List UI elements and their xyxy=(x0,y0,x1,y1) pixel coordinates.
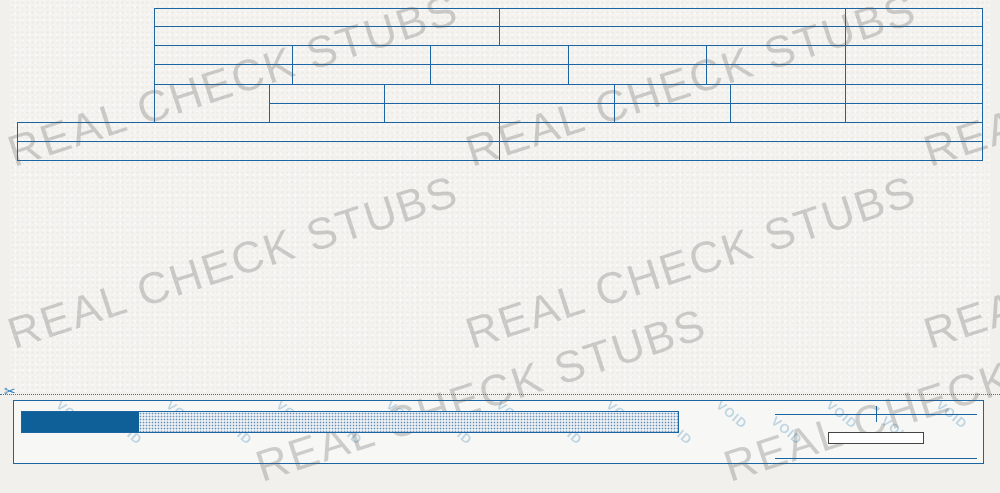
grid-cell xyxy=(499,141,983,161)
amount-bar-label-block xyxy=(22,412,139,432)
signature-line xyxy=(775,458,977,459)
amount-in-words-bar xyxy=(21,411,679,433)
grid-cell xyxy=(17,122,500,142)
grid-cell xyxy=(154,8,500,27)
grid-cell xyxy=(706,45,846,65)
grid-cell xyxy=(499,122,983,142)
grid-cell xyxy=(154,84,270,123)
void-mark: VOID xyxy=(823,400,861,432)
grid-cell xyxy=(154,26,500,46)
grid-cell xyxy=(269,84,385,104)
grid-cell xyxy=(845,84,983,104)
grid-cell xyxy=(292,64,431,85)
grid-cell xyxy=(845,64,983,85)
grid-cell xyxy=(845,45,983,65)
grid-cell xyxy=(706,64,846,85)
grid-cell xyxy=(499,103,615,123)
grid-cell xyxy=(845,26,983,46)
grid-cell xyxy=(17,141,500,161)
grid-cell xyxy=(384,103,500,123)
void-mark: VOID xyxy=(768,413,806,448)
grid-cell xyxy=(730,103,846,123)
grid-cell xyxy=(730,84,846,104)
grid-cell xyxy=(568,64,707,85)
grid-cell xyxy=(384,84,500,104)
scissors-icon: ✂ xyxy=(4,383,16,399)
amount-box xyxy=(828,432,924,444)
grid-cell xyxy=(430,45,569,65)
perforation-line xyxy=(0,394,1000,395)
grid-cell xyxy=(154,64,293,85)
void-mark: VOID xyxy=(933,400,971,432)
grid-cell xyxy=(292,45,431,65)
grid-cell xyxy=(499,84,615,104)
grid-cell xyxy=(845,8,983,27)
grid-cell xyxy=(568,45,707,65)
void-mark: VOID xyxy=(713,400,751,432)
date-divider xyxy=(876,406,877,422)
grid-cell xyxy=(614,84,731,104)
grid-cell xyxy=(269,103,385,123)
grid-cell xyxy=(430,64,569,85)
grid-cell xyxy=(499,26,846,46)
grid-cell xyxy=(614,103,731,123)
grid-cell xyxy=(499,8,846,27)
grid-cell xyxy=(154,45,293,65)
grid-cell xyxy=(845,103,983,123)
